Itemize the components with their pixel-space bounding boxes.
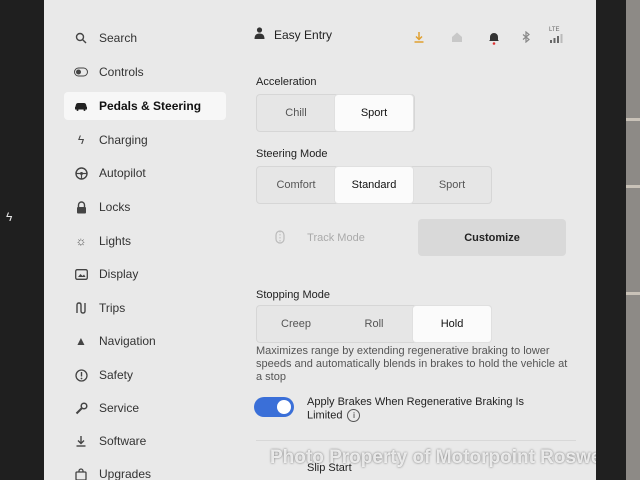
trips-icon bbox=[73, 300, 89, 316]
steering-sport-option[interactable]: Sport bbox=[413, 167, 491, 203]
sun-icon: ☼ bbox=[75, 234, 87, 248]
steering-comfort-option[interactable]: Comfort bbox=[257, 167, 335, 203]
sidebar-item-label: Safety bbox=[99, 368, 134, 382]
sidebar-item-label: Software bbox=[99, 434, 147, 448]
screen-bezel-left: ϟ bbox=[0, 0, 44, 480]
search-icon bbox=[73, 30, 89, 46]
sidebar-item-label: Lights bbox=[99, 234, 132, 248]
bag-icon bbox=[73, 466, 89, 480]
customize-button[interactable]: Customize bbox=[418, 219, 566, 256]
acceleration-label: Acceleration bbox=[256, 76, 317, 88]
bolt-icon: ϟ bbox=[77, 133, 85, 147]
stopping-creep-option[interactable]: Creep bbox=[257, 306, 335, 342]
steering-mode-label: Steering Mode bbox=[256, 148, 328, 160]
sidebar-item-controls[interactable]: Controls bbox=[64, 58, 226, 86]
stopping-hold-option[interactable]: Hold bbox=[413, 306, 491, 342]
sidebar-item-trips[interactable]: Trips bbox=[64, 294, 226, 322]
sidebar-item-charging[interactable]: ϟ Charging bbox=[64, 126, 226, 154]
sidebar-item-label: Autopilot bbox=[99, 166, 146, 180]
stopping-mode-description: Maximizes range by extending regenerativ… bbox=[256, 345, 568, 383]
window-view bbox=[626, 0, 640, 480]
apply-brakes-label: Apply Brakes When Regenerative Braking I… bbox=[307, 396, 525, 422]
steering-wheel-icon bbox=[73, 165, 89, 181]
sidebar-item-label: Upgrades bbox=[99, 467, 152, 480]
driver-profile[interactable]: Easy Entry bbox=[254, 27, 332, 42]
stopping-roll-option[interactable]: Roll bbox=[335, 306, 413, 342]
sidebar-item-label: Trips bbox=[99, 301, 126, 315]
sidebar-item-locks[interactable]: Locks bbox=[64, 193, 226, 221]
apply-brakes-toggle[interactable] bbox=[254, 397, 294, 417]
bolt-icon: ϟ bbox=[6, 210, 13, 224]
divider bbox=[256, 440, 576, 441]
bell-icon[interactable] bbox=[488, 31, 500, 48]
profile-name: Easy Entry bbox=[274, 27, 333, 42]
navigation-arrow-icon: ▲ bbox=[75, 334, 87, 348]
sidebar-item-label: Pedals & Steering bbox=[99, 99, 202, 113]
stopping-mode-label: Stopping Mode bbox=[256, 289, 330, 301]
sidebar-item-label: Locks bbox=[99, 200, 131, 214]
sidebar-item-autopilot[interactable]: Autopilot bbox=[64, 159, 226, 187]
sidebar-item-service[interactable]: Service bbox=[64, 394, 226, 422]
sidebar-item-label: Search bbox=[99, 31, 138, 45]
stopping-mode-selector: Creep Roll Hold bbox=[256, 305, 492, 343]
home-icon[interactable] bbox=[451, 31, 463, 46]
track-mode-row: Track Mode Customize bbox=[256, 219, 566, 256]
acceleration-sport-option[interactable]: Sport bbox=[335, 95, 413, 131]
acceleration-chill-option[interactable]: Chill bbox=[257, 95, 335, 131]
track-mode-button[interactable]: Track Mode bbox=[256, 219, 416, 256]
safety-icon bbox=[73, 367, 89, 383]
wrench-icon bbox=[73, 400, 89, 416]
car-icon bbox=[73, 98, 89, 114]
display-icon bbox=[73, 266, 89, 282]
sidebar-item-label: Display bbox=[99, 267, 139, 281]
track-mode-label: Track Mode bbox=[307, 231, 365, 244]
steering-mode-selector: Comfort Standard Sport bbox=[256, 166, 492, 204]
sidebar-item-label: Navigation bbox=[99, 334, 156, 348]
acceleration-selector: Chill Sport bbox=[256, 94, 415, 132]
info-icon[interactable]: i bbox=[347, 409, 361, 422]
screen-bezel-right bbox=[596, 0, 626, 480]
sidebar-item-label: Charging bbox=[99, 133, 148, 147]
toggle-icon bbox=[73, 64, 89, 80]
sidebar-item-search[interactable]: Search bbox=[64, 24, 226, 52]
sidebar-item-software[interactable]: Software bbox=[64, 427, 226, 455]
lte-label: LTE bbox=[549, 27, 560, 33]
person-icon bbox=[254, 27, 265, 42]
sidebar-item-lights[interactable]: ☼ Lights bbox=[64, 227, 226, 255]
download-icon bbox=[73, 433, 89, 449]
status-bar: Easy Entry LTE bbox=[254, 27, 574, 51]
sidebar-item-upgrades[interactable]: Upgrades bbox=[64, 460, 226, 480]
apply-brakes-setting: Apply Brakes When Regenerative Braking I… bbox=[307, 396, 537, 422]
download-icon[interactable] bbox=[413, 31, 425, 46]
touchscreen: Search Controls Pedals & Steering ϟ Char… bbox=[44, 0, 596, 480]
sidebar-item-display[interactable]: Display bbox=[64, 260, 226, 288]
sidebar-item-navigation[interactable]: ▲ Navigation bbox=[64, 327, 226, 355]
toggle-knob bbox=[277, 400, 291, 414]
track-mode-icon bbox=[274, 230, 286, 247]
sidebar-item-safety[interactable]: Safety bbox=[64, 361, 226, 389]
steering-standard-option[interactable]: Standard bbox=[335, 167, 413, 203]
sidebar-item-label: Service bbox=[99, 401, 140, 415]
lte-signal-icon: LTE bbox=[549, 27, 563, 43]
bluetooth-icon[interactable] bbox=[522, 30, 531, 46]
sidebar-item-pedals-steering[interactable]: Pedals & Steering bbox=[64, 92, 226, 120]
watermark: Photo Property of Motorpoint Roswell bbox=[270, 447, 596, 468]
lock-icon bbox=[73, 199, 89, 215]
sidebar-item-label: Controls bbox=[99, 65, 144, 79]
